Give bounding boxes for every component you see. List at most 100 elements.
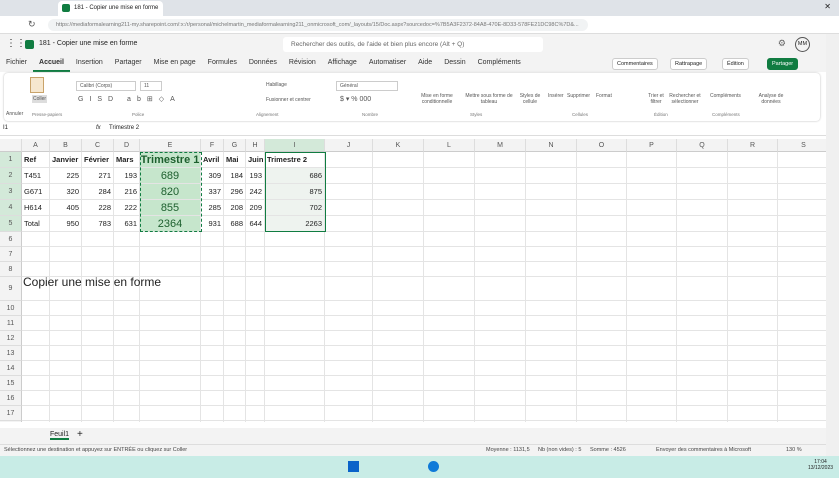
cell[interactable]	[627, 346, 677, 361]
insert-cells-button[interactable]: Insérer	[548, 93, 564, 99]
cell[interactable]	[424, 361, 475, 376]
undo-button[interactable]: Annuler	[6, 111, 23, 117]
cell[interactable]	[577, 376, 627, 391]
cell[interactable]	[224, 361, 246, 376]
cell[interactable]	[728, 316, 778, 331]
cell[interactable]	[373, 406, 424, 421]
font-format-icons[interactable]: GISD ab⊞◇A	[78, 95, 181, 103]
menu-tab-3[interactable]: Partager	[109, 56, 148, 72]
cell-G2[interactable]: 184	[224, 168, 246, 184]
analyze-data-button[interactable]: Analyse de données	[756, 93, 786, 105]
cell[interactable]	[728, 262, 778, 277]
cell[interactable]	[627, 361, 677, 376]
cell[interactable]	[424, 391, 475, 406]
cell[interactable]	[246, 346, 265, 361]
cell[interactable]	[265, 406, 325, 421]
cell[interactable]	[577, 346, 627, 361]
cell[interactable]	[373, 200, 424, 216]
column-header-F[interactable]: F	[201, 139, 224, 152]
cell[interactable]	[778, 376, 826, 391]
cell[interactable]	[728, 184, 778, 200]
cell[interactable]	[677, 361, 728, 376]
windows-start-icon[interactable]	[348, 461, 359, 472]
currency-percent-icons[interactable]: $ ▾ % 000	[340, 95, 371, 103]
cell[interactable]	[526, 152, 577, 168]
cell[interactable]	[526, 200, 577, 216]
avatar[interactable]: MM	[795, 37, 810, 52]
cell[interactable]	[373, 184, 424, 200]
cell[interactable]	[140, 361, 201, 376]
menu-tab-6[interactable]: Données	[243, 56, 283, 72]
cell[interactable]	[373, 152, 424, 168]
cell[interactable]	[526, 301, 577, 316]
cell[interactable]	[325, 376, 373, 391]
column-header-S[interactable]: S	[778, 139, 826, 152]
cell-F2[interactable]: 309	[201, 168, 224, 184]
cell[interactable]	[373, 391, 424, 406]
cell[interactable]	[728, 406, 778, 421]
cell[interactable]	[424, 152, 475, 168]
cell[interactable]	[325, 331, 373, 346]
cell[interactable]	[577, 301, 627, 316]
cell[interactable]	[82, 232, 114, 247]
cell[interactable]	[265, 421, 325, 422]
menu-tab-2[interactable]: Insertion	[70, 56, 109, 72]
search-input[interactable]: Rechercher des outils, de l'aide et bien…	[283, 37, 543, 52]
cell[interactable]	[577, 277, 627, 301]
cell[interactable]	[778, 184, 826, 200]
cell[interactable]	[114, 301, 140, 316]
cell[interactable]	[677, 216, 728, 232]
row-header[interactable]: 6	[0, 232, 22, 247]
cell-C4[interactable]: 228	[82, 200, 114, 216]
cell-styles-button[interactable]: Styles de cellule	[516, 93, 544, 105]
cell[interactable]	[265, 331, 325, 346]
cell[interactable]	[475, 391, 526, 406]
cell[interactable]	[424, 346, 475, 361]
cell[interactable]	[728, 247, 778, 262]
menu-tab-8[interactable]: Affichage	[322, 56, 363, 72]
cell-B4[interactable]: 405	[50, 200, 82, 216]
cell[interactable]	[50, 361, 82, 376]
cell[interactable]	[475, 152, 526, 168]
addins-button[interactable]: Compléments	[710, 93, 741, 99]
row-header[interactable]: 5	[0, 216, 22, 232]
cell[interactable]	[201, 391, 224, 406]
cell[interactable]	[22, 361, 50, 376]
row-header[interactable]: 9	[0, 277, 22, 301]
cell[interactable]	[627, 391, 677, 406]
cell[interactable]	[475, 361, 526, 376]
cell-B5[interactable]: 950	[50, 216, 82, 232]
cell[interactable]	[373, 247, 424, 262]
cell[interactable]	[475, 216, 526, 232]
menu-tab-4[interactable]: Mise en page	[148, 56, 202, 72]
cell[interactable]	[677, 346, 728, 361]
row-header[interactable]: 1	[0, 152, 22, 168]
cell-A3[interactable]: G671	[22, 184, 50, 200]
cell-E2[interactable]: 689	[140, 168, 201, 184]
cell[interactable]	[778, 391, 826, 406]
column-header-M[interactable]: M	[475, 139, 526, 152]
cell[interactable]	[325, 216, 373, 232]
cell-I3[interactable]: 875	[265, 184, 325, 200]
cell[interactable]	[325, 301, 373, 316]
cell-A2[interactable]: T451	[22, 168, 50, 184]
cell[interactable]	[577, 184, 627, 200]
wrap-text-button[interactable]: Habillage	[266, 82, 287, 88]
cell[interactable]	[577, 247, 627, 262]
cell[interactable]	[373, 331, 424, 346]
cell[interactable]	[677, 316, 728, 331]
cell[interactable]	[201, 301, 224, 316]
cell[interactable]	[140, 406, 201, 421]
cell[interactable]	[577, 316, 627, 331]
cell[interactable]	[325, 184, 373, 200]
cell[interactable]	[778, 277, 826, 301]
cell[interactable]	[627, 247, 677, 262]
cell[interactable]	[577, 331, 627, 346]
cell[interactable]	[424, 376, 475, 391]
cell[interactable]	[373, 216, 424, 232]
cell-G3[interactable]: 296	[224, 184, 246, 200]
cell-H1[interactable]: Juin	[246, 152, 265, 168]
menu-tab-11[interactable]: Dessin	[438, 56, 471, 72]
cell[interactable]	[778, 152, 826, 168]
cell[interactable]	[778, 346, 826, 361]
